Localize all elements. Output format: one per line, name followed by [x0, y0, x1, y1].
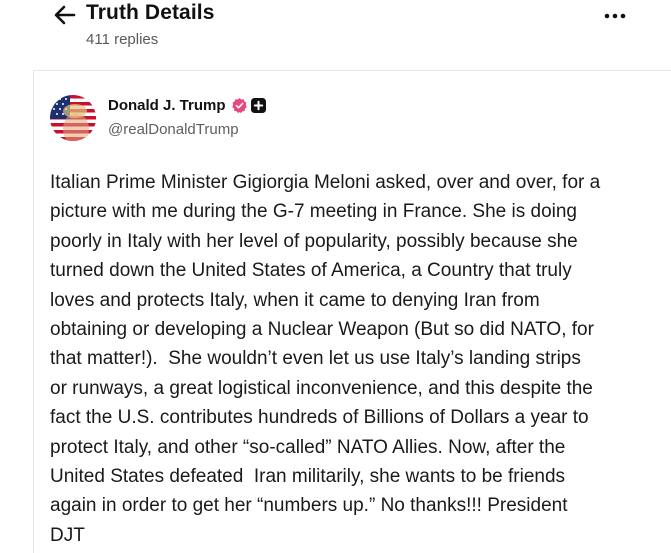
- post-text-line: again in order to get her “numbers up.” …: [50, 495, 568, 517]
- post-text-line: United States defeated Iran militarily, …: [50, 465, 566, 487]
- more-options-button[interactable]: [602, 6, 628, 26]
- post-text-line: fact the U.S. contributes hundreds of Bi…: [50, 407, 589, 429]
- post-text-line: or runways, a great logistical inconveni…: [50, 377, 593, 399]
- post-text-line: DJT: [50, 524, 85, 546]
- author-name[interactable]: Donald J. Trump: [108, 97, 226, 114]
- avatar[interactable]: [50, 95, 96, 141]
- post-card-top-border: [33, 70, 671, 71]
- post-text-line: protect Italy, and other “so-called” NAT…: [50, 436, 566, 458]
- post-text-line: loves and protects Italy, when it came t…: [50, 289, 540, 311]
- post-text-line: poorly in Italy with her level of popula…: [50, 230, 578, 252]
- truth-details-page: Truth Details 411 replies Donald J. Trum…: [0, 0, 671, 553]
- plus-badge-icon: [250, 98, 266, 113]
- post-text-line: Italian Prime Minister Gigiorgia Meloni …: [50, 172, 601, 193]
- post-text: Italian Prime Minister Gigiorgia Meloni …: [50, 168, 650, 550]
- author-row: Donald J. Trump: [108, 97, 266, 114]
- author-handle[interactable]: @realDonaldTrump: [108, 121, 239, 138]
- arrow-left-icon: [54, 5, 76, 25]
- page-header: Truth Details 411 replies: [0, 0, 671, 60]
- verified-badge-icon: [231, 97, 248, 114]
- reply-count: 411 replies: [86, 31, 159, 48]
- back-button[interactable]: [52, 3, 78, 27]
- post-card-left-border: [33, 70, 34, 553]
- post-text-line: picture with me during the G-7 meeting i…: [50, 201, 577, 223]
- more-horizontal-icon: [604, 13, 626, 19]
- post-text-line: turned down the United States of America…: [50, 260, 572, 282]
- post-text-line: that matter!). She wouldn’t even let us …: [50, 348, 581, 370]
- post-text-line: obtaining or developing a Nuclear Weapon…: [50, 318, 594, 340]
- page-title: Truth Details: [86, 1, 215, 24]
